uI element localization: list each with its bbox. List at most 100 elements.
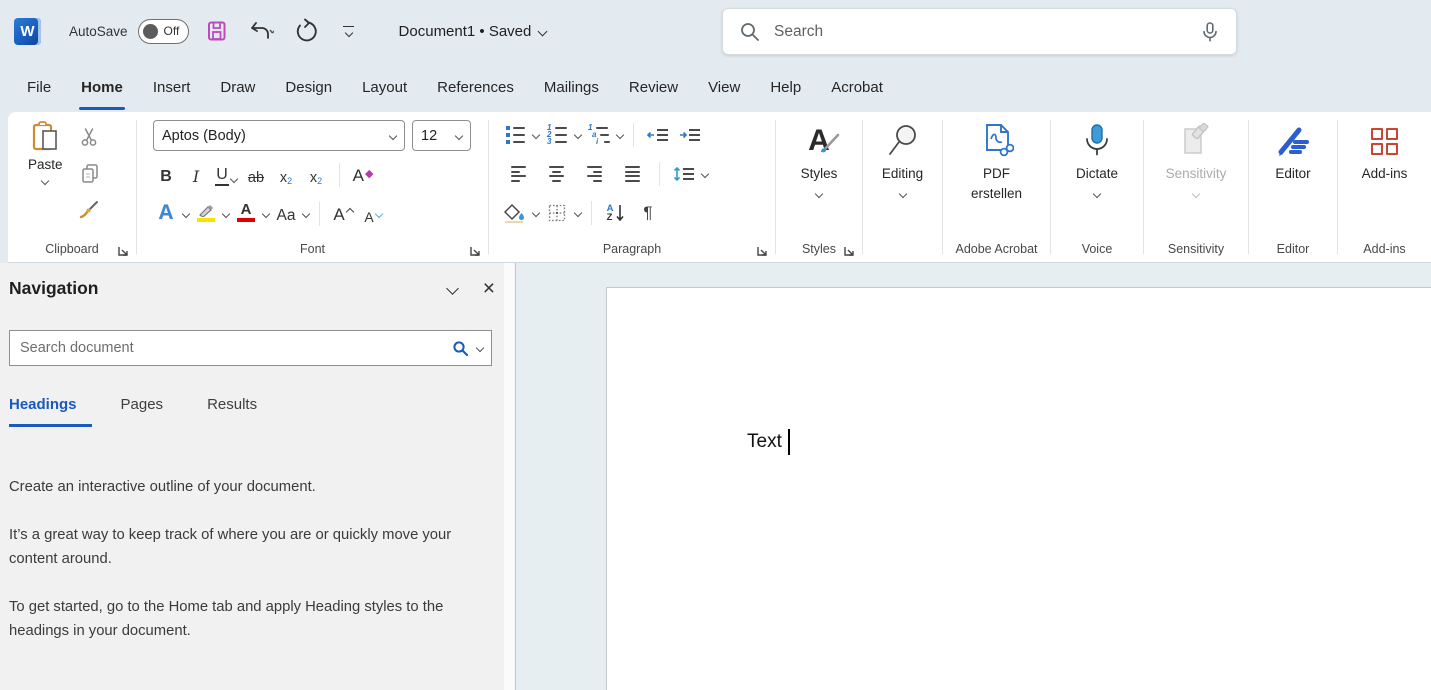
text-effects-button[interactable]: A — [153, 200, 179, 228]
paste-chevron-icon[interactable] — [41, 177, 49, 185]
editing-magnifier-icon — [887, 124, 919, 158]
paste-button[interactable]: Paste — [28, 120, 63, 222]
paragraph-dialog-launcher[interactable] — [755, 244, 769, 258]
tab-acrobat[interactable]: Acrobat — [816, 62, 898, 112]
align-right-button[interactable] — [577, 161, 611, 188]
tab-design[interactable]: Design — [270, 62, 347, 112]
app-search-box[interactable] — [722, 8, 1237, 55]
multilevel-chevron-icon[interactable] — [616, 131, 624, 139]
align-center-button[interactable] — [539, 161, 573, 188]
strikethrough-button[interactable]: ab — [243, 161, 269, 189]
pdf-erstellen-button[interactable]: PDF erstellen — [943, 112, 1050, 230]
undo-button[interactable] — [247, 16, 275, 46]
tab-review[interactable]: Review — [614, 62, 693, 112]
bold-button[interactable]: B — [153, 161, 179, 189]
format-painter-button[interactable] — [77, 196, 103, 222]
nav-tab-headings[interactable]: Headings — [9, 396, 77, 427]
italic-button[interactable]: I — [183, 161, 209, 189]
copy-button[interactable] — [77, 160, 103, 186]
autosave-toggle[interactable]: Off — [138, 19, 189, 44]
microphone-icon[interactable] — [1200, 21, 1220, 43]
bullets-button[interactable] — [501, 122, 529, 149]
dictate-button[interactable]: Dictate — [1051, 112, 1143, 230]
editor-group-label: Editor — [1249, 239, 1337, 259]
multilevel-list-button[interactable]: 1 a i — [585, 122, 613, 149]
change-case-chevron-icon[interactable] — [302, 210, 310, 218]
numbering-button[interactable]: 1 2 3 — [543, 122, 571, 149]
highlighter-pen-icon — [197, 204, 215, 217]
highlight-chevron-icon[interactable] — [222, 210, 230, 218]
text-effects-chevron-icon[interactable] — [182, 210, 190, 218]
line-spacing-button[interactable] — [670, 161, 698, 188]
show-formatting-marks-button[interactable]: ¶ — [634, 200, 662, 227]
save-button[interactable] — [203, 16, 231, 46]
decrease-indent-button[interactable] — [644, 122, 672, 149]
navigation-collapse-button[interactable] — [448, 280, 457, 298]
search-options-chevron-icon[interactable] — [476, 344, 484, 352]
shading-button[interactable] — [501, 200, 529, 227]
tab-home[interactable]: Home — [66, 62, 138, 112]
shading-chevron-icon[interactable] — [532, 209, 540, 217]
group-voice: Dictate Voice — [1051, 112, 1143, 262]
tab-references[interactable]: References — [422, 62, 529, 112]
align-left-button[interactable] — [501, 161, 535, 188]
document-search-input[interactable] — [20, 340, 452, 356]
customize-quick-access-button[interactable] — [335, 16, 363, 46]
font-color-chevron-icon[interactable] — [262, 210, 270, 218]
nav-paragraph: To get started, go to the Home tab and a… — [9, 595, 491, 643]
nav-tab-results[interactable]: Results — [207, 396, 257, 427]
sensitivity-button[interactable]: Sensitivity — [1144, 112, 1248, 230]
sort-button[interactable]: A Z — [602, 200, 630, 227]
redo-button[interactable] — [291, 16, 319, 46]
shrink-font-button[interactable]: A — [360, 200, 386, 228]
voice-group-label: Voice — [1051, 239, 1143, 259]
clear-formatting-button[interactable]: A ◆ — [350, 161, 376, 189]
grow-font-button[interactable]: A — [330, 200, 356, 228]
tab-help[interactable]: Help — [755, 62, 816, 112]
addins-button[interactable]: Add-ins — [1338, 112, 1431, 230]
document-title-dropdown[interactable]: Document1 • Saved — [399, 23, 547, 40]
line-spacing-chevron-icon[interactable] — [701, 170, 709, 178]
document-page[interactable]: Text — [606, 287, 1431, 690]
styles-button[interactable]: A Styles — [776, 112, 862, 230]
subscript-button[interactable]: x2 — [273, 161, 299, 189]
editing-button[interactable]: Editing — [863, 112, 942, 230]
cut-button[interactable] — [77, 124, 103, 150]
borders-chevron-icon[interactable] — [574, 209, 582, 217]
autosave-label: AutoSave — [69, 24, 128, 39]
underline-chevron-icon[interactable] — [230, 175, 238, 183]
tab-layout[interactable]: Layout — [347, 62, 422, 112]
navigation-close-button[interactable]: × — [483, 278, 495, 299]
dictate-chevron-icon — [1093, 189, 1101, 197]
font-color-button[interactable]: A — [233, 200, 259, 228]
superscript-button[interactable]: x2 — [303, 161, 329, 189]
tab-draw[interactable]: Draw — [205, 62, 270, 112]
tab-view[interactable]: View — [693, 62, 755, 112]
nav-tab-pages[interactable]: Pages — [121, 396, 164, 427]
font-size-combobox[interactable]: 12 — [412, 120, 471, 151]
borders-icon — [548, 204, 566, 222]
bullets-chevron-icon[interactable] — [532, 131, 540, 139]
editor-button[interactable]: Editor — [1249, 112, 1337, 230]
underline-button[interactable]: U — [213, 161, 239, 189]
font-dialog-launcher[interactable] — [468, 244, 482, 258]
chevron-down-icon — [389, 131, 397, 139]
tab-file[interactable]: File — [12, 62, 66, 112]
styles-dialog-launcher[interactable] — [842, 244, 856, 258]
search-icon[interactable] — [452, 340, 469, 357]
justify-button[interactable] — [615, 161, 649, 188]
change-case-button[interactable]: Aa — [273, 200, 299, 228]
highlight-color-button[interactable] — [193, 200, 219, 228]
tab-insert[interactable]: Insert — [138, 62, 206, 112]
tab-mailings[interactable]: Mailings — [529, 62, 614, 112]
font-name-combobox[interactable]: Aptos (Body) — [153, 120, 405, 151]
clipboard-dialog-launcher[interactable] — [116, 244, 130, 258]
word-logo-icon[interactable]: W — [14, 18, 41, 45]
app-search-input[interactable] — [774, 23, 1200, 41]
document-search-box[interactable] — [9, 330, 492, 366]
group-editing: Editing — [863, 112, 942, 262]
borders-button[interactable] — [543, 200, 571, 227]
group-addins: Add-ins Add-ins — [1338, 112, 1431, 262]
numbering-chevron-icon[interactable] — [574, 131, 582, 139]
increase-indent-button[interactable] — [676, 122, 704, 149]
